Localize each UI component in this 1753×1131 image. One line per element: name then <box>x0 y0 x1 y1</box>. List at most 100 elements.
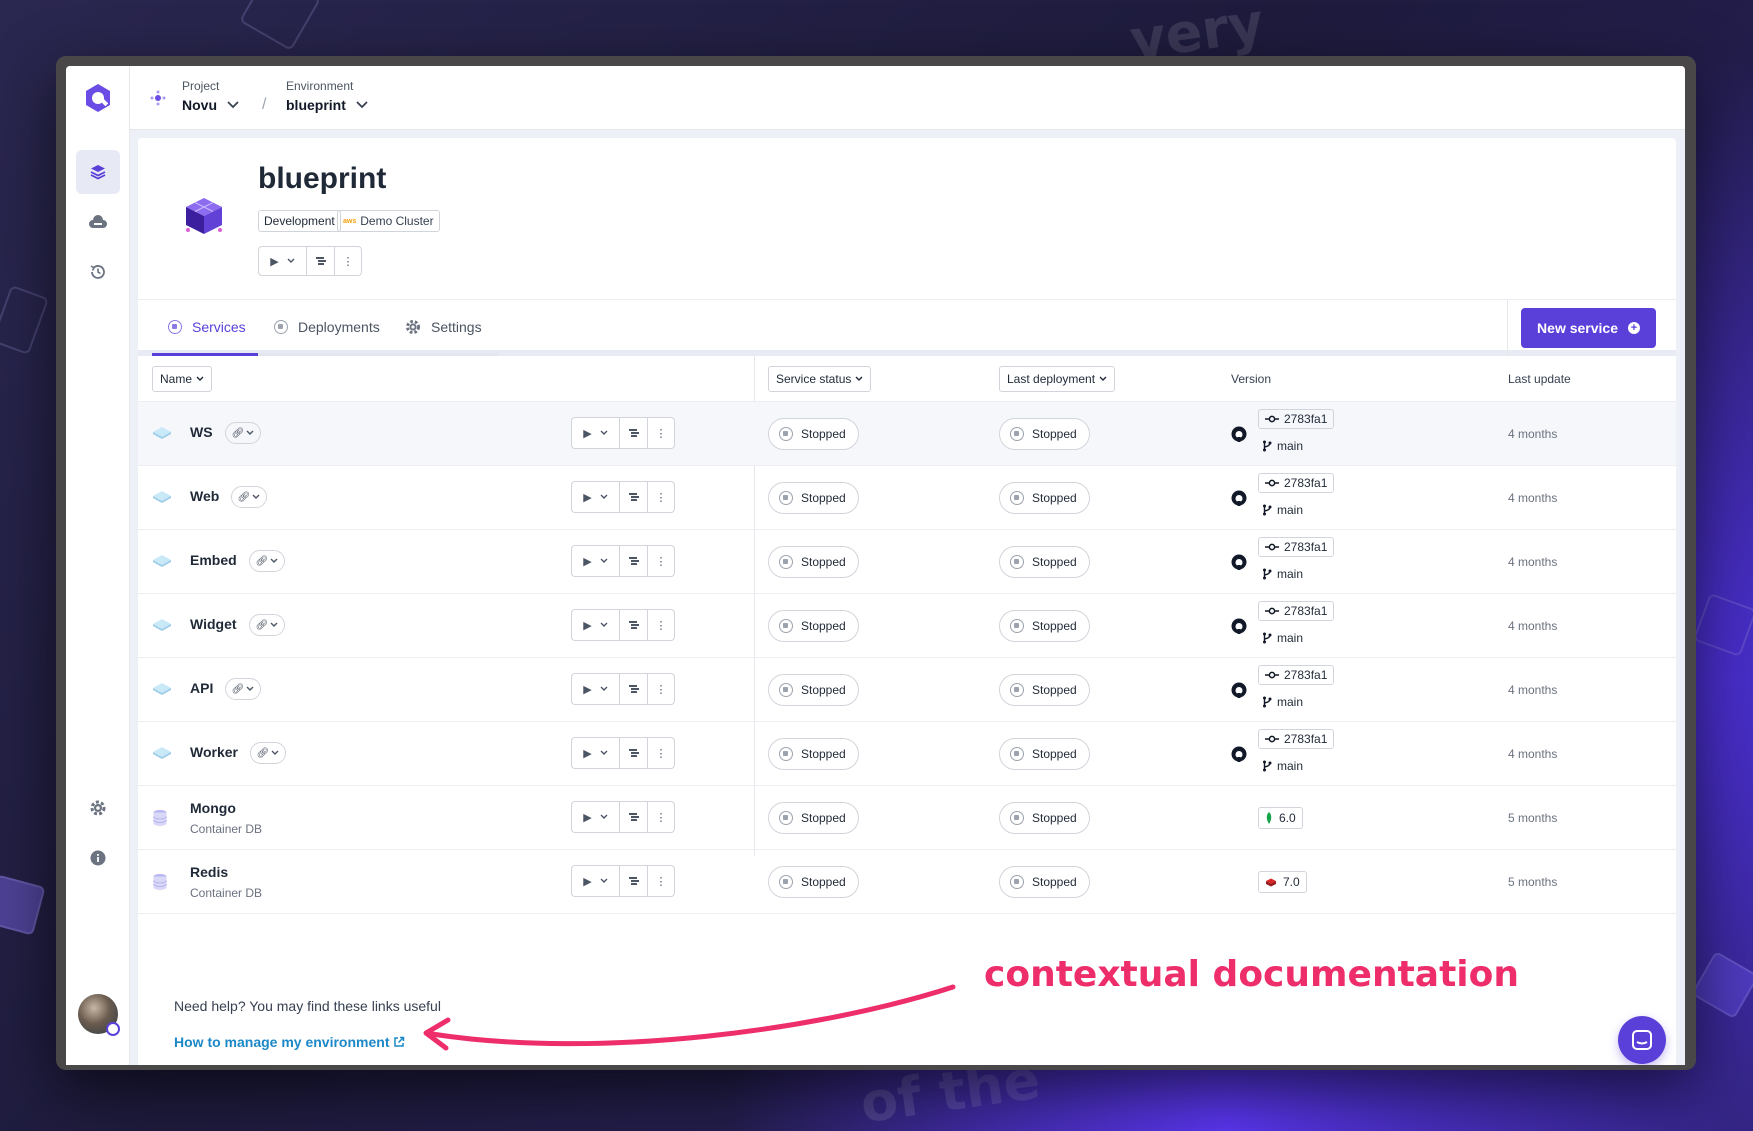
service-logs-button[interactable] <box>620 674 648 704</box>
service-more-button[interactable]: ⋮ <box>648 802 674 832</box>
service-name[interactable]: API <box>190 680 213 696</box>
environment-more-button[interactable]: ⋮ <box>335 247 361 275</box>
commit-badge[interactable]: 2783fa1 <box>1258 665 1335 685</box>
service-status-badge[interactable]: Stopped <box>768 802 859 834</box>
service-status-badge[interactable]: Stopped <box>768 610 859 642</box>
service-more-button[interactable]: ⋮ <box>648 738 674 768</box>
service-links-button[interactable]: 🔗︎ <box>249 550 285 572</box>
sidebar-info-icon[interactable] <box>76 836 120 880</box>
project-selector[interactable]: Project Novu <box>182 79 239 113</box>
service-name[interactable]: Redis <box>190 864 228 880</box>
chevron-down-icon <box>600 747 608 759</box>
commit-badge[interactable]: 2783fa1 <box>1258 409 1335 429</box>
service-name[interactable]: Web <box>190 488 219 504</box>
service-logs-button[interactable] <box>620 546 648 576</box>
help-link[interactable]: How to manage my environment <box>174 1034 405 1050</box>
table-row[interactable]: Worker 🔗︎ ▶ ⋮ Stopped Stopped 2783fa1 main 4 … <box>138 722 1676 786</box>
service-deploy-button[interactable]: ▶ <box>572 418 620 448</box>
tab-settings[interactable]: Settings <box>389 300 498 356</box>
deployment-status-badge[interactable]: Stopped <box>999 418 1090 450</box>
branch-label: main <box>1258 564 1303 584</box>
plus-circle-icon: + <box>1628 322 1640 334</box>
deployment-status-badge[interactable]: Stopped <box>999 802 1090 834</box>
table-row[interactable]: Embed 🔗︎ ▶ ⋮ Stopped Stopped 2783fa1 main 4 m… <box>138 530 1676 594</box>
service-more-button[interactable]: ⋮ <box>648 418 674 448</box>
commit-badge[interactable]: 2783fa1 <box>1258 537 1335 557</box>
deployment-status-badge[interactable]: Stopped <box>999 482 1090 514</box>
service-status-badge[interactable]: Stopped <box>768 738 859 770</box>
cluster-badge[interactable]: aws Demo Cluster <box>337 210 440 232</box>
service-links-button[interactable]: 🔗︎ <box>249 614 285 636</box>
service-links-button[interactable]: 🔗︎ <box>231 486 267 508</box>
deployment-status-badge[interactable]: Stopped <box>999 674 1090 706</box>
service-name[interactable]: Worker <box>190 744 238 760</box>
sort-by-name-button[interactable]: Name <box>152 366 213 392</box>
deployment-status-badge[interactable]: Stopped <box>999 866 1090 898</box>
service-status-badge[interactable]: Stopped <box>768 418 859 450</box>
service-more-button[interactable]: ⋮ <box>648 610 674 640</box>
user-avatar[interactable] <box>78 994 120 1036</box>
filter-service-status-button[interactable]: Service status <box>768 366 872 392</box>
table-row[interactable]: Widget 🔗︎ ▶ ⋮ Stopped Stopped 2783fa1 main 4 … <box>138 594 1676 658</box>
service-name[interactable]: Widget <box>190 616 237 632</box>
service-logs-button[interactable] <box>620 482 648 512</box>
service-deploy-button[interactable]: ▶ <box>572 738 620 768</box>
service-deploy-button[interactable]: ▶ <box>572 610 620 640</box>
commit-badge[interactable]: 2783fa1 <box>1258 473 1335 493</box>
sidebar-cloud-icon[interactable] <box>76 200 120 244</box>
service-more-button[interactable]: ⋮ <box>648 482 674 512</box>
service-deploy-button[interactable]: ▶ <box>572 482 620 512</box>
link-icon: 🔗︎ <box>237 491 251 503</box>
sidebar-settings-gear-icon[interactable] <box>76 786 120 830</box>
service-logs-button[interactable] <box>620 866 648 896</box>
service-links-button[interactable]: 🔗︎ <box>225 678 261 700</box>
service-status-badge[interactable]: Stopped <box>768 482 859 514</box>
service-name[interactable]: WS <box>190 424 213 440</box>
service-status-badge[interactable]: Stopped <box>768 546 859 578</box>
table-row[interactable]: Redis Container DB ▶ ⋮ Stopped Stopped 7.0 5… <box>138 850 1676 914</box>
deployment-status-badge[interactable]: Stopped <box>999 610 1090 642</box>
service-name[interactable]: Embed <box>190 552 237 568</box>
service-name[interactable]: Mongo <box>190 800 236 816</box>
service-logs-button[interactable] <box>620 802 648 832</box>
environment-selector[interactable]: Environment blueprint <box>286 79 368 113</box>
table-row[interactable]: Mongo Container DB ▶ ⋮ Stopped Stopped 6.0 5… <box>138 786 1676 850</box>
service-more-button[interactable]: ⋮ <box>648 546 674 576</box>
last-update-value: 4 months <box>1508 491 1558 505</box>
environment-header: blueprint Development aws Demo Cluster ▶ <box>138 138 1676 300</box>
table-row[interactable]: WS 🔗︎ ▶ ⋮ Stopped Stopped 2783fa1 main 4 mont… <box>138 402 1676 466</box>
service-deploy-button[interactable]: ▶ <box>572 866 620 896</box>
service-status-label: Stopped <box>801 683 846 697</box>
service-more-button[interactable]: ⋮ <box>648 866 674 896</box>
tab-bar: Services Deployments Settings New servic… <box>138 300 1676 356</box>
environment-deploy-button[interactable]: ▶ <box>259 247 307 275</box>
service-links-button[interactable]: 🔗︎ <box>250 742 286 764</box>
environment-logs-button[interactable] <box>307 247 335 275</box>
commit-icon <box>1265 415 1279 423</box>
service-status-badge[interactable]: Stopped <box>768 674 859 706</box>
service-logs-button[interactable] <box>620 610 648 640</box>
service-links-button[interactable]: 🔗︎ <box>225 422 261 444</box>
filter-last-deployment-button[interactable]: Last deployment <box>999 366 1116 392</box>
deployment-status-badge[interactable]: Stopped <box>999 546 1090 578</box>
service-more-button[interactable]: ⋮ <box>648 674 674 704</box>
service-deploy-button[interactable]: ▶ <box>572 674 620 704</box>
sidebar-history-icon[interactable] <box>76 250 120 294</box>
tab-deployments[interactable]: Deployments <box>258 300 396 356</box>
service-deploy-button[interactable]: ▶ <box>572 802 620 832</box>
service-deploy-button[interactable]: ▶ <box>572 546 620 576</box>
table-row[interactable]: API 🔗︎ ▶ ⋮ Stopped Stopped 2783fa1 main 4 mon… <box>138 658 1676 722</box>
stopped-icon <box>779 619 793 633</box>
commit-badge[interactable]: 2783fa1 <box>1258 729 1335 749</box>
qovery-logo-icon[interactable] <box>82 82 114 114</box>
commit-badge[interactable]: 2783fa1 <box>1258 601 1335 621</box>
service-logs-button[interactable] <box>620 738 648 768</box>
sidebar-services-icon[interactable] <box>76 150 120 194</box>
service-status-badge[interactable]: Stopped <box>768 866 859 898</box>
new-service-button[interactable]: New service + <box>1521 308 1656 348</box>
tab-services[interactable]: Services <box>152 300 262 356</box>
table-row[interactable]: Web 🔗︎ ▶ ⋮ Stopped Stopped 2783fa1 main 4 mon… <box>138 466 1676 530</box>
chat-button[interactable] <box>1618 1016 1666 1064</box>
service-logs-button[interactable] <box>620 418 648 448</box>
deployment-status-badge[interactable]: Stopped <box>999 738 1090 770</box>
